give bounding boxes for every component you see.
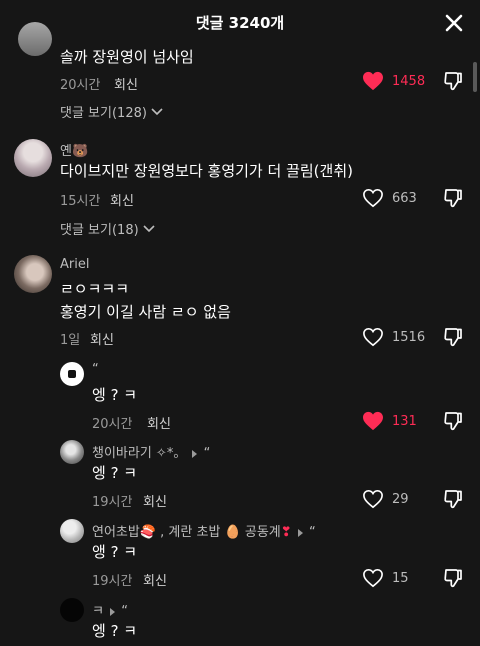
reply-to-user[interactable]: “ — [121, 604, 128, 619]
reply-username[interactable]: ㅋ “ — [92, 600, 128, 619]
comment-username[interactable]: Ariel — [60, 257, 89, 272]
heart-filled-icon — [363, 71, 383, 91]
close-button[interactable] — [440, 9, 468, 37]
reply-text: 엥 ? ㅋ — [92, 464, 138, 482]
reply-text: 엥 ? ㅋ — [92, 622, 138, 640]
reply-to-user[interactable]: “ — [204, 446, 211, 461]
like-count: 1458 — [392, 73, 426, 89]
comment-time: 1일 — [60, 333, 81, 348]
dislike-button[interactable] — [443, 411, 463, 435]
heart-outline-icon — [363, 188, 383, 208]
dislike-button[interactable] — [443, 71, 463, 95]
avatar[interactable] — [60, 440, 84, 464]
view-replies-button[interactable]: 댓글 보기(128) — [60, 102, 163, 121]
comment-text: 다이브지만 장원영보다 홍영기가 더 끌림(갠취) — [60, 162, 353, 180]
comment-username[interactable]: 옌🐻 — [60, 140, 88, 159]
egg-emoji-icon: 🥚 — [224, 525, 241, 540]
dislike-button[interactable] — [443, 568, 463, 592]
like-button[interactable]: 15 — [362, 568, 409, 588]
view-replies-label: 댓글 보기(18) — [60, 223, 139, 238]
reply-button[interactable]: 회신 — [147, 413, 171, 432]
reply-arrow-icon — [297, 528, 303, 537]
like-count: 29 — [392, 491, 409, 507]
reply-button[interactable]: 회신 — [143, 570, 167, 589]
thumbs-down-icon — [444, 72, 462, 91]
like-button[interactable]: 1516 — [362, 327, 425, 347]
reply-button[interactable]: 회신 — [90, 329, 114, 348]
reply-to-user[interactable]: “ — [309, 525, 316, 540]
reply-arrow-icon — [192, 449, 198, 458]
like-button[interactable]: 131 — [362, 411, 417, 431]
dislike-button[interactable] — [443, 188, 463, 212]
avatar[interactable] — [18, 22, 52, 56]
reply-text: 엥 ? ㅋ — [92, 386, 138, 404]
thumbs-down-icon — [444, 412, 462, 431]
heart-outline-icon — [363, 489, 383, 509]
chevron-down-icon — [143, 224, 155, 232]
reply-arrow-icon — [110, 607, 116, 616]
close-icon[interactable] — [440, 9, 468, 37]
heart-outline-icon — [363, 568, 383, 588]
reply-time: 19시간 — [92, 495, 133, 510]
comment-text: ㄹㅇㅋㅋㅋ — [60, 280, 130, 298]
reply-time: 19시간 — [92, 574, 133, 589]
bear-emoji-icon: 🐻 — [71, 144, 89, 159]
avatar[interactable] — [60, 519, 84, 543]
dislike-button[interactable] — [443, 327, 463, 351]
view-replies-label: 댓글 보기(128) — [60, 106, 147, 121]
sushi-emoji-icon: 🍣 — [139, 525, 157, 540]
scrollbar[interactable] — [473, 62, 477, 92]
reply-username[interactable]: 챙이바라기 ✧*。 “ — [92, 442, 210, 461]
avatar-dot-icon — [68, 370, 76, 378]
heart-outline-icon — [363, 327, 383, 347]
heart-exclamation-emoji-icon: ❣ — [280, 525, 292, 540]
like-button[interactable]: 1458 — [362, 71, 425, 91]
like-button[interactable]: 29 — [362, 489, 409, 509]
comment-time: 20시간 — [60, 78, 101, 93]
reply-username[interactable]: 연어초밥🍣 , 계란 초밥 🥚 공동계❣ “ — [92, 521, 316, 540]
chevron-down-icon — [151, 107, 163, 115]
reply-text: 앵 ? ㅋ — [92, 543, 138, 561]
like-count: 131 — [392, 413, 417, 429]
avatar[interactable] — [14, 255, 52, 293]
comments-header-title: 댓글 3240개 — [195, 14, 285, 32]
heart-filled-icon — [363, 411, 383, 431]
reply-username[interactable]: “ — [92, 362, 99, 377]
thumbs-down-icon — [444, 569, 462, 588]
avatar[interactable] — [60, 362, 84, 386]
view-replies-button[interactable]: 댓글 보기(18) — [60, 219, 155, 238]
reply-button[interactable]: 회신 — [143, 491, 167, 510]
like-count: 663 — [392, 190, 417, 206]
like-count: 15 — [392, 570, 409, 586]
reply-button[interactable]: 회신 — [110, 190, 134, 209]
comment-text: 솔까 장원영이 넘사임 — [60, 48, 194, 66]
like-button[interactable]: 663 — [362, 188, 417, 208]
reply-time: 20시간 — [92, 417, 133, 432]
reply-button[interactable]: 회신 — [114, 74, 138, 93]
avatar[interactable] — [14, 139, 52, 177]
thumbs-down-icon — [444, 328, 462, 347]
thumbs-down-icon — [444, 490, 462, 509]
comment-time: 15시간 — [60, 194, 101, 209]
avatar[interactable] — [60, 598, 84, 622]
thumbs-down-icon — [444, 189, 462, 208]
dislike-button[interactable] — [443, 489, 463, 513]
like-count: 1516 — [392, 329, 426, 345]
comment-text-line2: 홍영기 이길 사람 ㄹㅇ 없음 — [60, 303, 231, 321]
